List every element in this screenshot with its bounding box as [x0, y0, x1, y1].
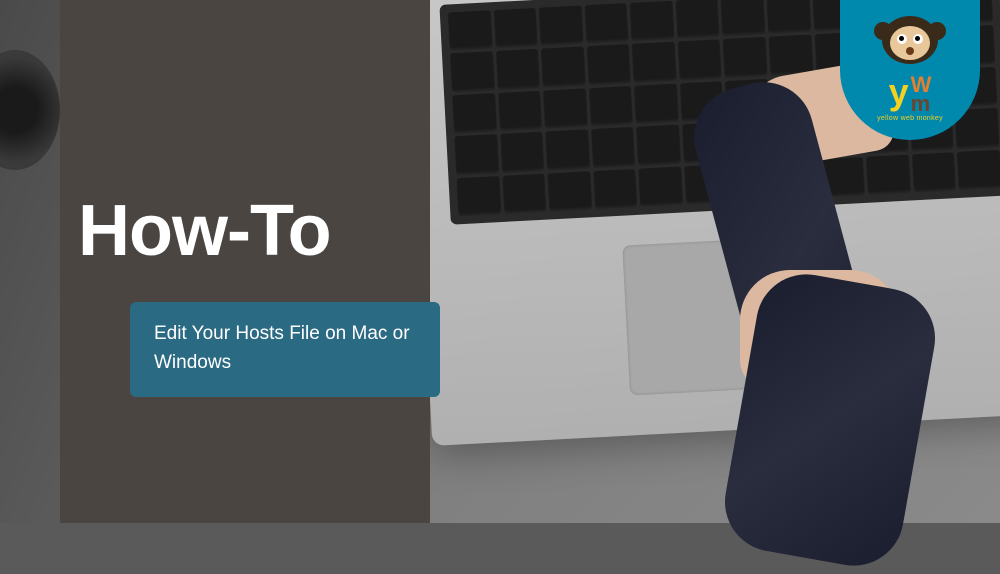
monkey-icon [882, 16, 938, 72]
logo-letters: y W m [889, 76, 932, 113]
logo-tagline: yellow web monkey [877, 115, 943, 122]
brand-logo-badge: y W m yellow web monkey [840, 0, 980, 140]
logo-letter-m: m [911, 95, 932, 114]
logo-letter-y: y [889, 76, 909, 108]
subtitle-callout: Edit Your Hosts File on Mac or Windows [130, 302, 440, 397]
page-heading: How-To [78, 190, 331, 272]
subtitle-text: Edit Your Hosts File on Mac or Windows [154, 320, 412, 377]
